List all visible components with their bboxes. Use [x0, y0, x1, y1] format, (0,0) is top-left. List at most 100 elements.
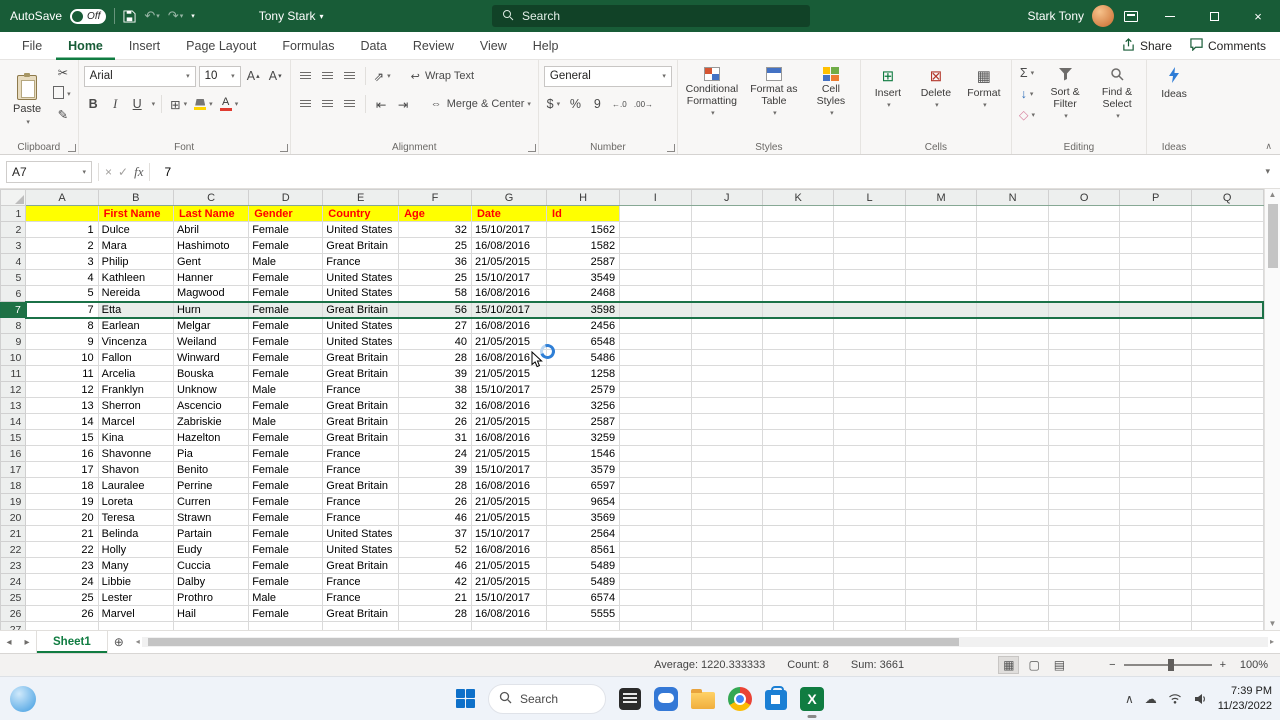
cell-H4[interactable]: 2587 — [546, 253, 621, 270]
cell[interactable] — [1048, 285, 1121, 302]
cell[interactable] — [833, 205, 906, 222]
cell[interactable] — [691, 541, 763, 558]
cell[interactable] — [1191, 429, 1264, 446]
cell[interactable] — [1048, 461, 1121, 478]
vertical-scrollbar[interactable]: ▲ ▼ — [1264, 189, 1280, 630]
cell[interactable] — [98, 621, 174, 630]
cell-A22[interactable]: 22 — [25, 541, 99, 558]
cell-F18[interactable]: 28 — [398, 477, 472, 494]
cell[interactable] — [619, 205, 692, 222]
cell[interactable] — [1191, 269, 1264, 286]
cell[interactable] — [905, 205, 978, 222]
cell-F1[interactable]: Age — [398, 205, 472, 222]
cell[interactable] — [691, 429, 763, 446]
cell[interactable] — [398, 621, 472, 630]
cell-C15[interactable]: Hazelton — [173, 429, 250, 446]
cell[interactable] — [691, 269, 763, 286]
file-explorer-icon[interactable] — [691, 688, 715, 709]
horizontal-scrollbar[interactable]: ◂ ▸ — [136, 636, 1274, 648]
cell[interactable] — [1048, 477, 1121, 494]
microsoft-store-icon[interactable] — [765, 686, 787, 710]
cell-G22[interactable]: 16/08/2016 — [471, 541, 548, 558]
cell-A19[interactable]: 19 — [25, 493, 99, 510]
cell-A26[interactable]: 26 — [25, 605, 99, 622]
cell[interactable] — [1191, 237, 1264, 254]
cell[interactable] — [1119, 589, 1192, 606]
cell-D20[interactable]: Female — [248, 509, 324, 526]
cell[interactable] — [762, 205, 835, 222]
cell[interactable] — [976, 413, 1049, 430]
cell[interactable] — [905, 317, 978, 334]
cell-D23[interactable]: Female — [248, 557, 324, 574]
cell-G2[interactable]: 15/10/2017 — [471, 221, 548, 238]
cell[interactable] — [762, 285, 835, 302]
cell-D2[interactable]: Female — [248, 221, 324, 238]
cell-D11[interactable]: Female — [248, 365, 324, 382]
cell[interactable] — [619, 525, 692, 542]
cell-D21[interactable]: Female — [248, 525, 324, 542]
cell-C12[interactable]: Unknow — [173, 381, 250, 398]
column-header-Q[interactable]: Q — [1190, 189, 1264, 206]
cell[interactable] — [905, 493, 978, 510]
accounting-format-button[interactable]: $ ▾ — [544, 94, 563, 115]
cell-B14[interactable]: Marcel — [98, 413, 174, 430]
cell[interactable] — [976, 509, 1049, 526]
cell-C3[interactable]: Hashimoto — [173, 237, 250, 254]
column-header-L[interactable]: L — [833, 189, 906, 206]
cell-H8[interactable]: 2456 — [546, 317, 621, 334]
cell-D25[interactable]: Male — [248, 589, 324, 606]
cell-C13[interactable]: Ascencio — [173, 397, 250, 414]
cell-C26[interactable]: Hail — [173, 605, 250, 622]
cell[interactable] — [619, 221, 692, 238]
row-header-25[interactable]: 25 — [0, 589, 27, 606]
zoom-level[interactable]: 100% — [1234, 659, 1268, 671]
cell-G7[interactable]: 15/10/2017 — [471, 300, 548, 319]
cell[interactable] — [1191, 397, 1264, 414]
cell[interactable] — [1048, 349, 1121, 366]
row-header-7[interactable]: 7 — [0, 301, 27, 318]
row-header-18[interactable]: 18 — [0, 477, 27, 494]
cell[interactable] — [905, 445, 978, 462]
comma-style-button[interactable]: 9 — [588, 94, 607, 115]
cell[interactable] — [1048, 493, 1121, 510]
cell[interactable] — [833, 461, 906, 478]
cell[interactable] — [691, 237, 763, 254]
cell[interactable] — [1191, 445, 1264, 462]
cell[interactable] — [762, 300, 835, 319]
cell[interactable] — [691, 317, 763, 334]
row-header-19[interactable]: 19 — [0, 493, 27, 510]
cell[interactable] — [1048, 397, 1121, 414]
cell-H1[interactable]: Id — [546, 205, 621, 222]
cell[interactable] — [691, 445, 763, 462]
cell[interactable] — [691, 253, 763, 270]
cell[interactable] — [1119, 621, 1192, 630]
cell[interactable] — [833, 285, 906, 302]
cell-A18[interactable]: 18 — [25, 477, 99, 494]
cell[interactable] — [833, 349, 906, 366]
cell-E15[interactable]: Great Britain — [322, 429, 400, 446]
cell-F9[interactable]: 40 — [398, 333, 472, 350]
collapse-ribbon-button[interactable]: ∧ — [1265, 141, 1272, 152]
cell[interactable] — [1119, 525, 1192, 542]
cell[interactable] — [173, 621, 250, 630]
cell-B12[interactable]: Franklyn — [98, 381, 174, 398]
italic-button[interactable]: I — [106, 94, 125, 115]
increase-indent-button[interactable]: ⇥ — [394, 94, 413, 115]
cell[interactable] — [1048, 525, 1121, 542]
cell-A9[interactable]: 9 — [25, 333, 99, 350]
column-header-B[interactable]: B — [97, 189, 174, 206]
borders-button[interactable]: ⊞ ▾ — [168, 94, 189, 115]
cell[interactable] — [1119, 541, 1192, 558]
cell[interactable] — [905, 509, 978, 526]
column-header-D[interactable]: D — [248, 189, 324, 206]
format-as-table-button[interactable]: Format as Table ▾ — [745, 63, 803, 137]
zoom-in-button[interactable]: + — [1220, 659, 1226, 671]
cell[interactable] — [1048, 621, 1121, 630]
cell-H23[interactable]: 5489 — [546, 557, 621, 574]
column-header-K[interactable]: K — [761, 189, 835, 206]
cell[interactable] — [976, 605, 1049, 622]
cell-F13[interactable]: 32 — [398, 397, 472, 414]
cell-B19[interactable]: Loreta — [98, 493, 174, 510]
cell-E6[interactable]: United States — [322, 285, 400, 302]
cell-E3[interactable]: Great Britain — [322, 237, 400, 254]
